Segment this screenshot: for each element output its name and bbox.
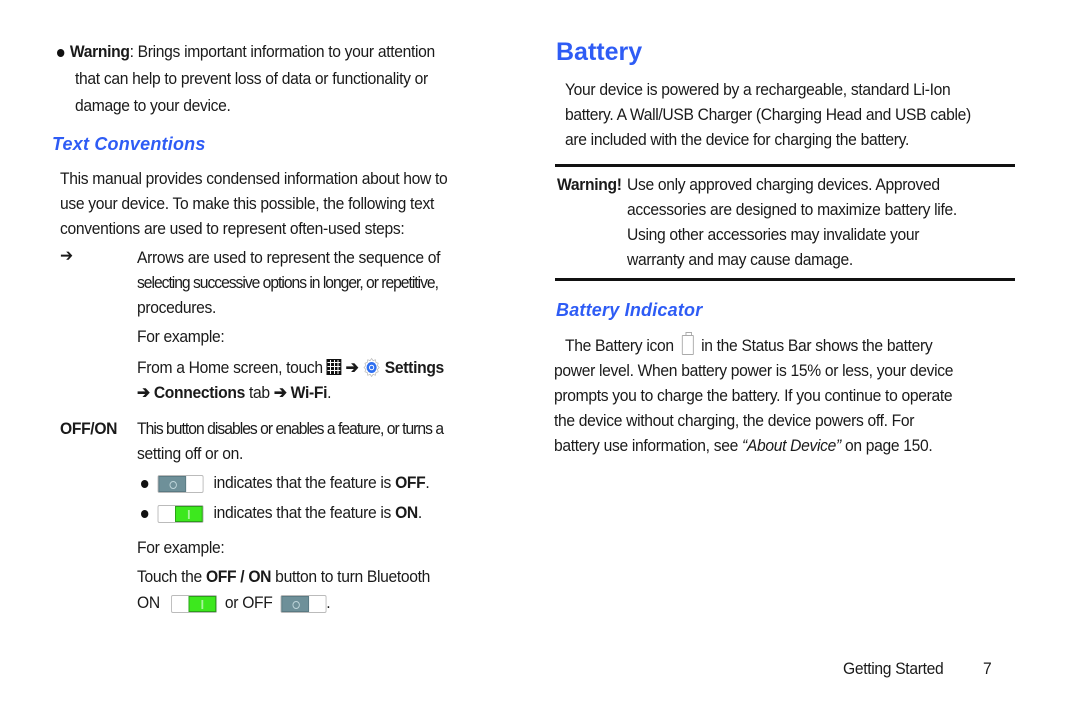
off-item-text: indicates that the feature is [213,473,392,492]
page-number: 7 [983,659,992,678]
arrow-desc-line-1: Arrows are used to represent the sequenc… [137,248,441,267]
battery-indicator-line-2: power level. When battery power is 15% o… [554,361,954,380]
battery-indicator-line-1: The Battery icon in the Status Bar shows… [565,332,933,358]
settings-label: Settings [384,358,444,377]
toggle-off-icon [157,474,204,493]
example-path-line-1: From a Home screen, touch ➔ Settings [137,355,444,380]
period: . [326,593,331,612]
warning-top-rule [555,164,1015,167]
battery-heading: Battery [556,38,643,66]
warning-box-label: Warning! [557,175,622,194]
warning-bullet: Warning: Brings important information to… [57,39,435,64]
tab-label: tab [249,383,270,402]
battery-indicator-line-3: prompts you to charge the battery. If yo… [554,386,953,405]
bluetooth-suffix: button to turn Bluetooth [275,567,431,586]
bullet-icon [57,48,65,57]
footer-section: Getting Started [843,659,944,678]
arrow-icon: ➔ [345,358,359,377]
warning-box-line-2: accessories are designed to maximize bat… [627,200,957,219]
bullet-icon [141,509,149,518]
example-prefix: From a Home screen, touch [137,358,323,377]
toggle-on-icon [157,504,204,523]
warning-box-line-3: Using other accessories may invalidate y… [627,225,920,244]
off-indicator-item: indicates that the feature is OFF. [141,470,430,495]
warning-text: : Brings important information to your a… [129,42,436,61]
for-example-1: For example: [137,327,225,346]
arrow-icon: ➔ [137,383,150,402]
bluetooth-prefix: Touch the [137,567,202,586]
warning-line3: damage to your device. [75,96,231,115]
warning-box-line-1: Use only approved charging devices. Appr… [627,175,940,194]
off-state-label: OFF [395,473,426,492]
apps-grid-icon [326,359,342,375]
arrow-desc-line-3: procedures. [137,298,217,317]
toggle-on-icon [171,594,218,613]
warning-bottom-rule [555,278,1015,281]
about-device-link[interactable]: “About Device” [742,436,841,455]
toggle-off-icon [280,594,327,613]
arrow-icon: ➔ [273,383,287,402]
or-off-label: or OFF [224,593,273,612]
connections-label: Connections [153,383,246,402]
warning-line2: that can help to prevent loss of data or… [75,69,428,88]
battery-body-line-1: Your device is powered by a rechargeable… [565,80,951,99]
offon-term: OFF/ON [60,419,118,438]
period: . [327,383,332,402]
battery-line1-prefix: The Battery icon [565,336,674,355]
settings-gear-icon [363,357,380,377]
for-example-2: For example: [137,538,225,557]
battery-body-line-3: are included with the device for chargin… [565,130,909,149]
battery-indicator-line-5: battery use information, see “About Devi… [554,433,933,458]
battery-last-suffix: on page 150. [840,436,933,455]
warning-box-line-4: warranty and may cause damage. [627,250,853,269]
battery-last-prefix: battery use information, see [554,436,743,455]
wifi-label: Wi-Fi [290,383,328,402]
arrow-desc-line-2: selecting successive options in longer, … [137,273,439,292]
period: . [425,473,430,492]
battery-body-line-2: battery. A Wall/USB Charger (Charging He… [565,105,971,124]
on-indicator-item: indicates that the feature is ON. [141,500,422,525]
arrow-symbol: ➔ [60,246,73,265]
on-label: ON [137,593,160,612]
battery-indicator-heading: Battery Indicator [556,300,703,320]
on-item-text: indicates that the feature is [213,503,392,522]
text-conventions-heading: Text Conventions [52,134,206,154]
battery-line1-suffix: in the Status Bar shows the battery [701,336,933,355]
intro-line-3: conventions are used to represent often-… [60,219,405,238]
example-path-line-2: ➔ Connections tab ➔ Wi-Fi. [137,380,332,405]
intro-line-2: use your device. To make this possible, … [60,194,434,213]
battery-indicator-line-4: the device without charging, the device … [554,411,915,430]
battery-icon [681,332,694,355]
offon-desc-line-2: setting off or on. [137,444,244,463]
bullet-icon [141,479,149,488]
intro-line-1: This manual provides condensed informati… [60,169,448,188]
bluetooth-line-2: ON or OFF . [137,590,331,615]
on-state-label: ON [395,503,418,522]
period: . [417,503,422,522]
bluetooth-line-1: Touch the OFF / ON button to turn Blueto… [137,564,430,589]
offon-bold: OFF / ON [205,567,272,586]
warning-label: Warning [69,42,130,61]
offon-desc-line-1: This button disables or enables a featur… [137,419,444,438]
